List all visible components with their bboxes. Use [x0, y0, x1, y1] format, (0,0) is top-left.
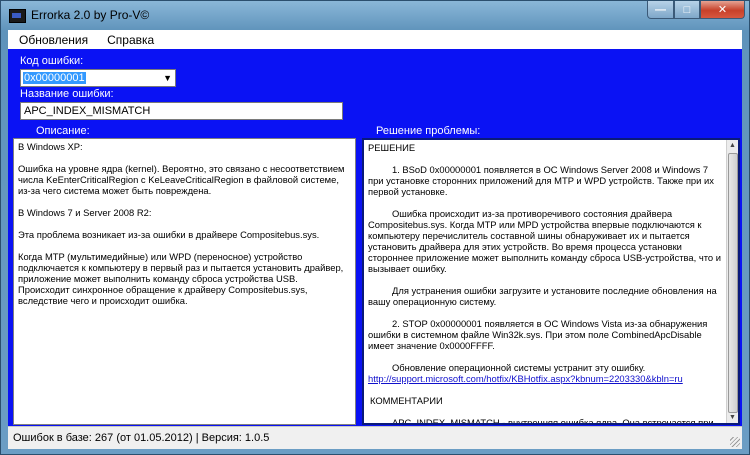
hotfix-link[interactable]: http://support.microsoft.com/hotfix/KBHo…: [368, 373, 683, 384]
solution-paragraph: 1. BSoD 0x00000001 появляется в ОС Windo…: [368, 164, 714, 197]
menu-help[interactable]: Справка: [99, 33, 162, 47]
solution-paragraph: 2. STOP 0x00000001 появляется в ОС Windo…: [368, 318, 708, 351]
app-icon: [9, 9, 26, 23]
error-name-label: Название ошибки:: [20, 88, 114, 100]
error-code-combobox[interactable]: 0x00000001 ▼: [20, 69, 176, 87]
menu-bar: Обновления Справка: [8, 30, 742, 49]
scroll-up-icon[interactable]: ▲: [727, 140, 738, 151]
solution-heading: РЕШЕНИЕ: [368, 142, 416, 153]
solution-label: Решение проблемы:: [376, 125, 481, 137]
error-name-field[interactable]: APC_INDEX_MISMATCH: [20, 102, 343, 120]
title-bar[interactable]: Errorka 2.0 by Pro-V© — □ ✕: [1, 1, 749, 30]
app-window: Errorka 2.0 by Pro-V© — □ ✕ Обновления С…: [0, 0, 750, 455]
description-line: Эта проблема возникает из-за ошибки в др…: [18, 229, 320, 240]
description-textarea[interactable]: В Windows XP: Ошибка на уровне ядра (ker…: [13, 138, 356, 425]
description-line: В Windows 7 и Server 2008 R2:: [18, 207, 152, 218]
scroll-thumb[interactable]: [728, 153, 738, 413]
status-bar: Ошибок в базе: 267 (от 01.05.2012) | Вер…: [8, 426, 742, 449]
maximize-button[interactable]: □: [674, 1, 700, 19]
solution-paragraph: Ошибка происходит из-за противоречивого …: [368, 208, 721, 274]
window-title: Errorka 2.0 by Pro-V©: [31, 8, 150, 22]
status-text: Ошибок в базе: 267 (от 01.05.2012) | Вер…: [13, 432, 270, 444]
menu-updates[interactable]: Обновления: [11, 33, 96, 47]
solution-paragraph: Для устранения ошибки загрузите и устано…: [368, 285, 717, 307]
description-line: Ошибка на уровне ядра (kernel). Вероятно…: [18, 163, 345, 196]
description-label: Описание:: [36, 125, 90, 137]
description-line: В Windows XP:: [18, 141, 83, 152]
error-name-value: APC_INDEX_MISMATCH: [24, 105, 151, 117]
error-code-label: Код ошибки:: [20, 55, 84, 67]
solution-scrollbar[interactable]: ▲ ▼: [726, 140, 738, 423]
main-form: Код ошибки: 0x00000001 ▼ Название ошибки…: [8, 49, 742, 426]
description-line: Когда MTP (мультимедийные) или WPD (пере…: [18, 251, 344, 306]
minimize-button[interactable]: —: [647, 1, 674, 19]
solution-textarea[interactable]: РЕШЕНИЕ 1. BSoD 0x00000001 появляется в …: [362, 138, 740, 425]
comments-heading: КОММЕНТАРИИ: [370, 395, 443, 406]
window-controls: — □ ✕: [647, 1, 745, 20]
solution-paragraph: Обновление операционной системы устранит…: [392, 362, 646, 373]
close-button[interactable]: ✕: [700, 1, 745, 19]
solution-paragraph: APC_INDEX_MISMATCH - внутренняя ошибка я…: [392, 417, 714, 425]
scroll-down-icon[interactable]: ▼: [727, 412, 738, 423]
resize-grip-icon[interactable]: [730, 437, 740, 447]
dropdown-arrow-icon[interactable]: ▼: [163, 73, 172, 83]
error-code-value: 0x00000001: [23, 72, 86, 84]
